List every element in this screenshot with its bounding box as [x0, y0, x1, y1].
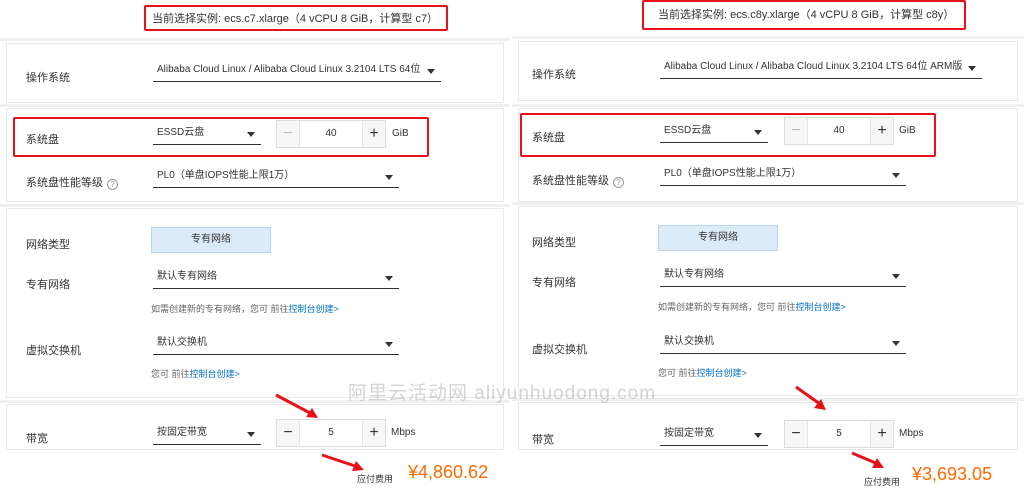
red-arrow-icon	[321, 453, 364, 471]
perf-label: 系统盘性能等级?	[26, 174, 118, 190]
chevron-down-icon	[385, 276, 393, 281]
disk-highlight-box	[13, 117, 429, 157]
bandwidth-label: 带宽	[26, 433, 48, 445]
vpc-hint: 如需创建新的专有网络，您可 前往控制台创建>	[151, 304, 339, 314]
vpc-select[interactable]: 默认专有网络	[660, 265, 906, 287]
vpc-label: 专有网络	[532, 277, 576, 289]
bandwidth-value[interactable]: 5	[807, 421, 871, 447]
chevron-down-icon	[754, 433, 762, 438]
disk-highlight-box	[520, 113, 936, 157]
bandwidth-mode-value: 按固定带宽	[157, 427, 207, 438]
section-separator	[0, 204, 510, 207]
chevron-down-icon	[892, 173, 900, 178]
minus-icon[interactable]: −	[785, 421, 807, 447]
bandwidth-mode-select[interactable]: 按固定带宽	[153, 423, 261, 445]
vswitch-console-link[interactable]: 控制台创建>	[190, 369, 240, 379]
section-separator	[512, 398, 1024, 401]
bandwidth-value[interactable]: 5	[299, 420, 363, 446]
bandwidth-stepper[interactable]: − 5 +	[784, 420, 894, 448]
chevron-down-icon	[892, 341, 900, 346]
minus-icon[interactable]: −	[277, 420, 299, 446]
right-config-panel: 当前选择实例: ecs.c8y.xlarge（4 vCPU 8 GiB，计算型 …	[512, 0, 1024, 491]
section-separator	[512, 104, 1024, 107]
vpc-hint: 如需创建新的专有网络，您可 前往控制台创建>	[658, 302, 846, 312]
red-arrow-icon	[275, 393, 318, 418]
plus-icon[interactable]: +	[363, 420, 385, 446]
section-separator	[512, 36, 1024, 39]
bandwidth-label: 带宽	[532, 434, 554, 446]
vpc-console-link[interactable]: 控制台创建>	[289, 304, 339, 314]
os-label: 操作系统	[532, 69, 576, 81]
vswitch-label: 虚拟交换机	[532, 344, 587, 356]
net-type-vpc-option[interactable]: 专有网络	[658, 225, 778, 251]
os-value: Alibaba Cloud Linux / Alibaba Cloud Linu…	[664, 61, 963, 72]
vswitch-label: 虚拟交换机	[26, 345, 81, 357]
help-icon[interactable]: ?	[107, 179, 118, 190]
vswitch-value: 默认交换机	[664, 336, 714, 347]
vswitch-hint: 您可 前往控制台创建>	[658, 368, 747, 378]
net-type-label: 网络类型	[532, 237, 576, 249]
left-config-panel: 当前选择实例: ecs.c7.xlarge（4 vCPU 8 GiB，计算型 c…	[0, 0, 510, 491]
section-separator	[0, 38, 510, 41]
perf-label: 系统盘性能等级?	[532, 172, 624, 188]
bandwidth-unit: Mbps	[391, 427, 416, 438]
help-icon[interactable]: ?	[613, 177, 624, 188]
net-type-vpc-option[interactable]: 专有网络	[151, 227, 271, 253]
fee-value: ¥3,693.05	[912, 464, 993, 484]
os-label: 操作系统	[26, 72, 70, 84]
bandwidth-section	[518, 402, 1018, 450]
vpc-label: 专有网络	[26, 279, 70, 291]
chevron-down-icon	[247, 432, 255, 437]
perf-select[interactable]: PL0（单盘IOPS性能上限1万）	[153, 166, 399, 188]
net-type-label: 网络类型	[26, 239, 70, 251]
vswitch-select[interactable]: 默认交换机	[660, 332, 906, 354]
chevron-down-icon	[427, 69, 435, 74]
chevron-down-icon	[385, 342, 393, 347]
red-arrow-icon	[795, 385, 826, 410]
section-separator	[0, 400, 510, 403]
section-separator	[512, 202, 1024, 205]
bandwidth-mode-select[interactable]: 按固定带宽	[660, 424, 768, 446]
perf-value: PL0（单盘IOPS性能上限1万）	[157, 170, 295, 181]
chevron-down-icon	[385, 175, 393, 180]
plus-icon[interactable]: +	[871, 421, 893, 447]
vpc-select[interactable]: 默认专有网络	[153, 267, 399, 289]
vpc-console-link[interactable]: 控制台创建>	[796, 302, 846, 312]
fee-value: ¥4,860.62	[408, 462, 489, 482]
os-value: Alibaba Cloud Linux / Alibaba Cloud Linu…	[157, 64, 421, 75]
perf-select[interactable]: PL0（单盘IOPS性能上限1万）	[660, 164, 906, 186]
vswitch-select[interactable]: 默认交换机	[153, 333, 399, 355]
vswitch-console-link[interactable]: 控制台创建>	[697, 368, 747, 378]
red-arrow-icon	[851, 451, 884, 468]
bandwidth-unit: Mbps	[899, 428, 924, 439]
bandwidth-stepper[interactable]: − 5 +	[276, 419, 386, 447]
bandwidth-mode-value: 按固定带宽	[664, 428, 714, 439]
vpc-value: 默认专有网络	[157, 271, 217, 282]
os-select[interactable]: Alibaba Cloud Linux / Alibaba Cloud Linu…	[153, 60, 441, 82]
vpc-value: 默认专有网络	[664, 269, 724, 280]
instance-highlight-box	[144, 5, 448, 31]
chevron-down-icon	[892, 274, 900, 279]
fee-label: 应付费用	[864, 477, 901, 487]
vswitch-value: 默认交换机	[157, 337, 207, 348]
chevron-down-icon	[968, 66, 976, 71]
os-select[interactable]: Alibaba Cloud Linux / Alibaba Cloud Linu…	[660, 57, 982, 79]
section-separator	[0, 104, 510, 107]
perf-value: PL0（单盘IOPS性能上限1万）	[664, 168, 802, 179]
instance-highlight-box	[642, 0, 966, 30]
vswitch-hint: 您可 前往控制台创建>	[151, 369, 240, 379]
